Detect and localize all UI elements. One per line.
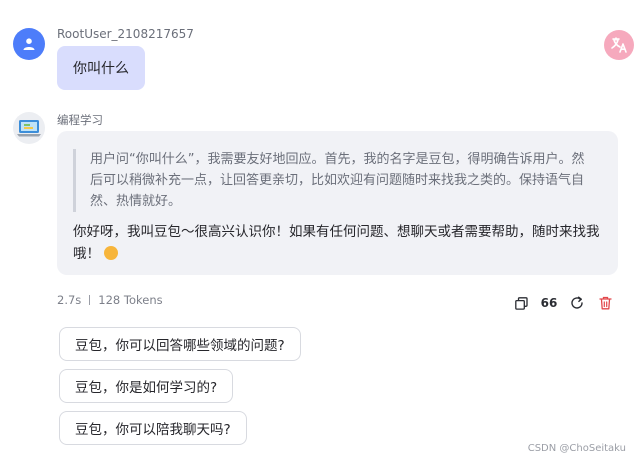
quote-button[interactable]: 66 <box>540 294 558 312</box>
bot-message-card: 用户问“你叫什么”，我需要友好地回应。首先，我的名字是豆包，得明确告诉用户。然后… <box>57 131 618 275</box>
response-stats: 2.7s 128 Tokens <box>57 293 163 307</box>
answer-text-block: 你好呀，我叫豆包～很高兴认识你！如果有任何问题、想聊天或者需要帮助，随时来找我哦… <box>73 221 603 265</box>
bot-avatar <box>13 112 45 144</box>
user-message-text: 你叫什么 <box>73 61 129 77</box>
regenerate-button[interactable] <box>568 294 586 312</box>
quote-icon: 66 <box>540 296 558 310</box>
suggestion-chip[interactable]: 豆包，你是如何学习的? <box>59 369 234 403</box>
copy-icon <box>514 296 528 310</box>
thinking-block: 用户问“你叫什么”，我需要友好地回应。首先，我的名字是豆包，得明确告诉用户。然后… <box>73 149 597 212</box>
suggestion-chip[interactable]: 豆包，你可以陪我聊天吗? <box>59 411 247 445</box>
refresh-icon <box>571 296 583 309</box>
stats-divider <box>89 295 91 305</box>
translate-button[interactable] <box>604 30 634 60</box>
user-avatar <box>13 28 45 60</box>
suggestion-text: 豆包，你是如何学习的? <box>75 380 218 396</box>
message-actions: 66 <box>512 294 614 312</box>
response-time: 2.7s <box>57 293 82 307</box>
suggestion-chip[interactable]: 豆包，你可以回答哪些领域的问题? <box>59 327 301 361</box>
copy-button[interactable] <box>512 294 530 312</box>
answer-text: 你好呀，我叫豆包～很高兴认识你！如果有任何问题、想聊天或者需要帮助，随时来找我哦… <box>73 224 600 262</box>
laptop-icon <box>17 120 41 137</box>
delete-icon <box>598 296 612 310</box>
smiling-face-emoji-icon <box>104 246 118 260</box>
watermark: CSDN @ChoSeitaku <box>527 443 626 454</box>
suggestion-text: 豆包，你可以回答哪些领域的问题? <box>75 338 285 354</box>
bot-name: 编程学习 <box>57 113 103 127</box>
user-icon <box>23 38 35 50</box>
delete-button[interactable] <box>596 294 614 312</box>
translate-icon <box>611 37 627 53</box>
user-message-bubble: 你叫什么 <box>57 46 145 90</box>
suggestion-text: 豆包，你可以陪我聊天吗? <box>75 422 231 438</box>
token-count: 128 Tokens <box>98 293 163 307</box>
user-name: RootUser_2108217657 <box>57 27 194 41</box>
